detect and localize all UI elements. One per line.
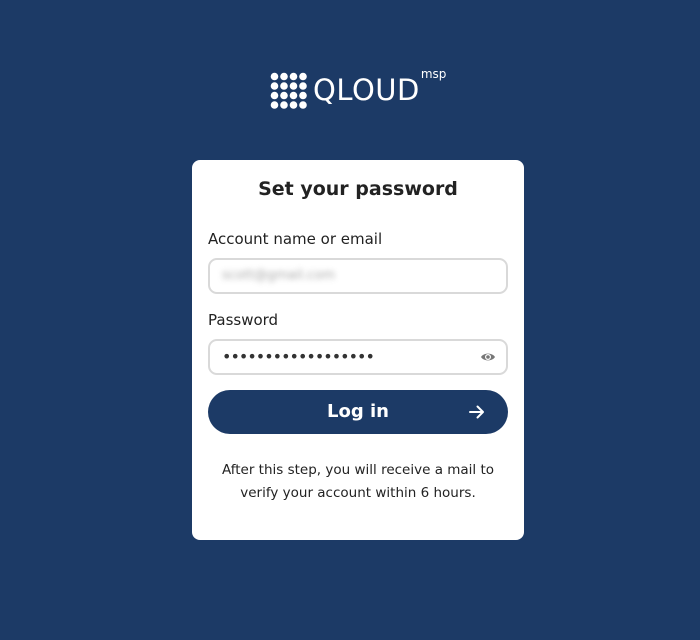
account-value: scott@gmail.com	[222, 268, 336, 283]
eye-icon[interactable]	[480, 350, 496, 364]
password-value: ••••••••••••••••••	[222, 347, 375, 366]
login-button-label: Log in	[327, 401, 389, 422]
brand-logo: QLOUD msp	[270, 67, 447, 110]
qloud-dot-grid-icon	[270, 72, 307, 109]
brand-name: QLOUD	[313, 73, 420, 107]
account-label: Account name or email	[208, 230, 383, 248]
account-field[interactable]: scott@gmail.com	[208, 258, 508, 294]
brand-suffix: msp	[420, 67, 447, 81]
login-card: Set your password Account name or email …	[192, 160, 524, 540]
info-note: After this step, you will receive a mail…	[221, 462, 495, 501]
arrow-right-icon	[469, 405, 484, 419]
password-field[interactable]: ••••••••••••••••••	[208, 339, 508, 375]
login-button[interactable]: Log in	[208, 390, 508, 434]
password-label: Password	[208, 311, 279, 329]
page-title: Set your password	[258, 178, 458, 200]
